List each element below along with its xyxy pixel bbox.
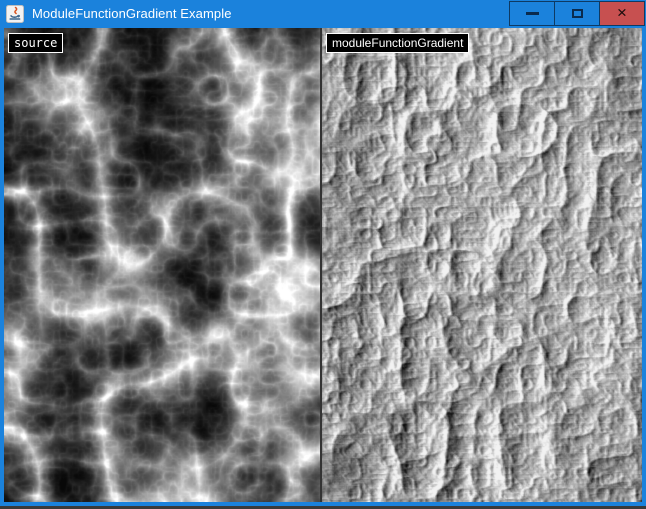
module-function-gradient-label: moduleFunctionGradient (326, 33, 469, 53)
source-noise-image (4, 28, 320, 502)
module-function-gradient-image (322, 28, 642, 502)
titlebar[interactable]: ModuleFunctionGradient Example ✕ (0, 0, 646, 28)
close-icon: ✕ (617, 7, 628, 19)
source-label: source (8, 33, 63, 53)
maximize-icon (572, 9, 583, 18)
window-controls: ✕ (510, 1, 645, 26)
app-window: ModuleFunctionGradient Example ✕ source … (0, 0, 646, 506)
minimize-button[interactable] (509, 1, 555, 26)
minimize-icon (526, 12, 539, 15)
maximize-button[interactable] (554, 1, 600, 26)
java-coffee-cup-icon (6, 5, 24, 23)
content-area: source moduleFunctionGradient (4, 28, 642, 502)
close-button[interactable]: ✕ (599, 1, 645, 26)
window-title: ModuleFunctionGradient Example (32, 0, 232, 28)
